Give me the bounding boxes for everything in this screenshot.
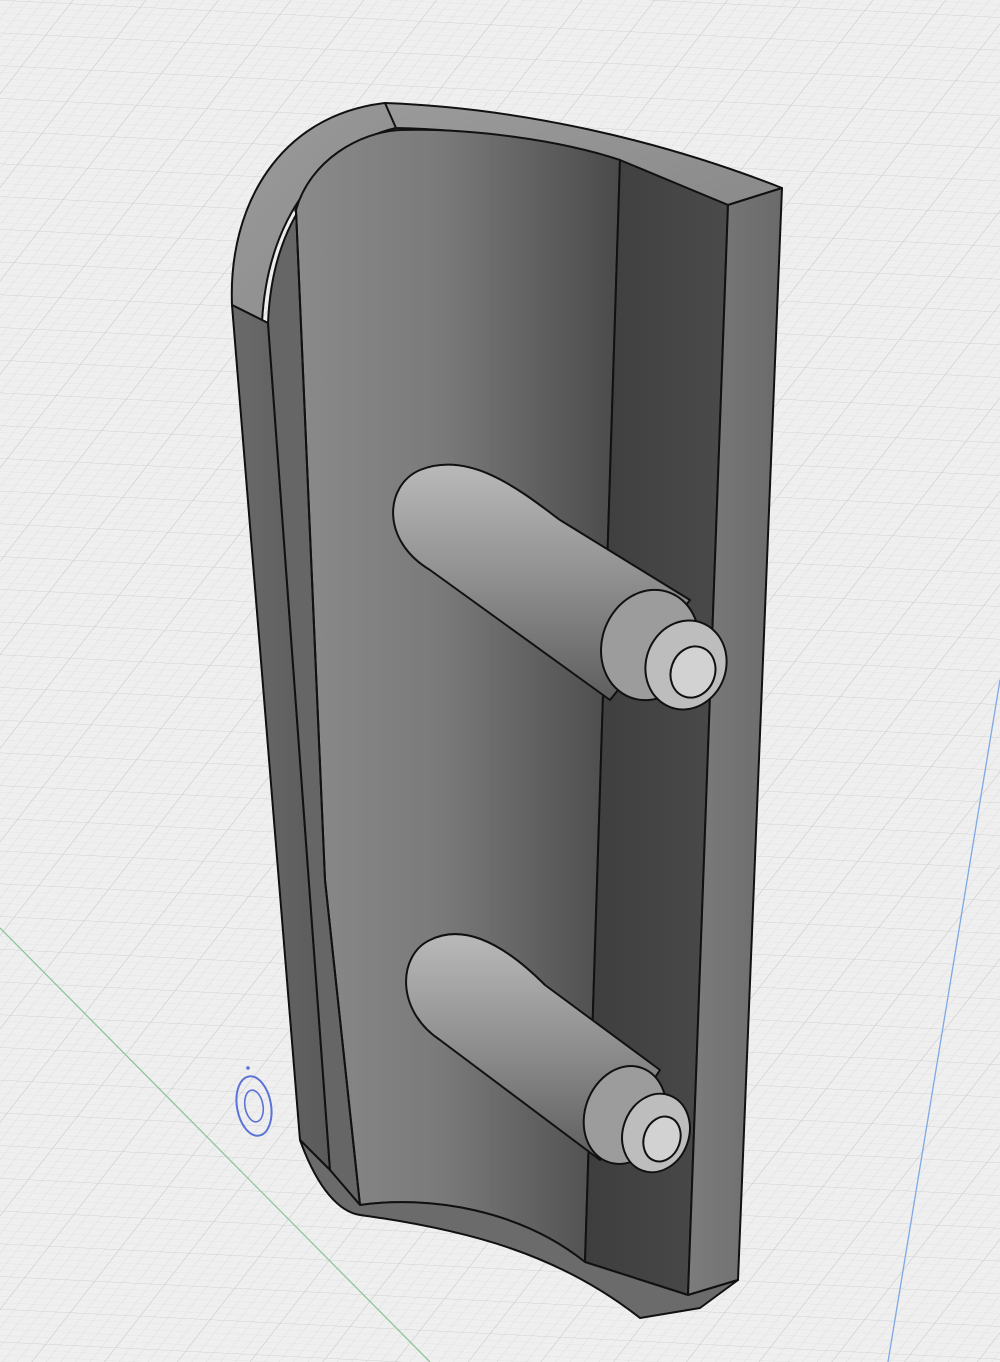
model-part[interactable] bbox=[230, 102, 783, 1319]
3d-viewport[interactable] bbox=[0, 0, 1000, 1362]
